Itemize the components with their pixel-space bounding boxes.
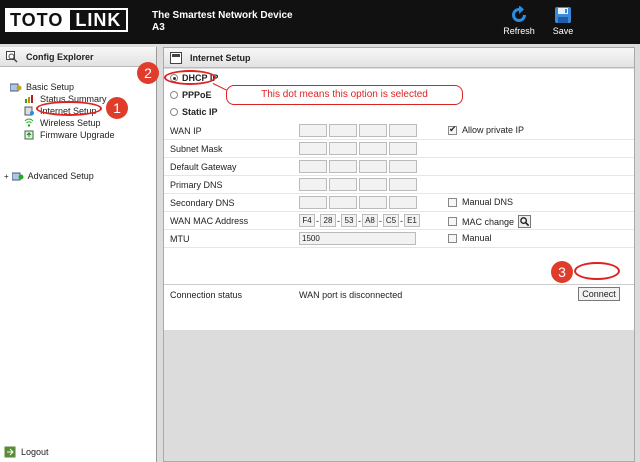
wan-mac-label: WAN MAC Address: [170, 216, 249, 226]
wireless-icon: [24, 118, 34, 127]
checkbox-unchecked: [448, 233, 457, 243]
top-header: TOTO LINK The Smartest Network Device A3…: [0, 0, 640, 44]
tree-basic-setup[interactable]: Basic Setup: [10, 81, 115, 93]
default-gateway-input[interactable]: [299, 160, 419, 173]
advanced-setup-label: Advanced Setup: [27, 171, 94, 181]
mac-change-label: MAC change: [462, 216, 515, 227]
row-subnet-mask: Subnet Mask: [164, 140, 634, 158]
checkbox-unchecked: [448, 217, 457, 226]
row-default-gateway: Default Gateway: [164, 158, 634, 176]
row-wan-ip: WAN IP Allow private IP: [164, 122, 634, 140]
mac-change-checkbox[interactable]: MAC change: [448, 215, 532, 228]
firmware-upgrade-label: Firmware Upgrade: [40, 130, 115, 140]
primary-dns-input[interactable]: [299, 178, 419, 191]
annotation-ring-dhcp: [164, 70, 216, 85]
logo-toto-text: TOTO: [5, 8, 69, 32]
refresh-button[interactable]: Refresh: [499, 6, 539, 36]
secondary-dns-input[interactable]: [299, 196, 419, 209]
internet-setup-panel: Internet Setup DHCP IP PPPoE Static IP W…: [163, 47, 635, 462]
mac-octet[interactable]: A8: [362, 214, 378, 227]
manual-mtu-checkbox[interactable]: Manual: [448, 233, 492, 243]
panel-window-icon: [170, 52, 182, 64]
allow-private-ip-label: Allow private IP: [462, 125, 525, 135]
logo-link-text: LINK: [68, 8, 129, 32]
wireless-setup-label: Wireless Setup: [40, 118, 101, 128]
subnet-mask-label: Subnet Mask: [170, 144, 223, 154]
primary-dns-label: Primary DNS: [170, 180, 223, 190]
pppoe-label: PPPoE: [182, 90, 212, 100]
firmware-icon: [24, 130, 34, 140]
mac-octet[interactable]: F4: [299, 214, 315, 227]
wan-ip-label: WAN IP: [170, 126, 202, 136]
annotation-badge-3: 3: [551, 261, 573, 283]
default-gateway-label: Default Gateway: [170, 162, 237, 172]
checkbox-checked: [448, 124, 457, 135]
mtu-label: MTU: [170, 234, 190, 244]
connection-status-row: Connection status WAN port is disconnect…: [164, 284, 634, 304]
manual-dns-checkbox[interactable]: Manual DNS: [448, 197, 513, 207]
basic-setup-label: Basic Setup: [26, 82, 75, 92]
tree-wireless-setup[interactable]: Wireless Setup: [24, 117, 115, 129]
internet-setup-title-label: Internet Setup: [190, 53, 251, 63]
connection-status-label: Connection status: [170, 290, 243, 300]
mac-octet[interactable]: C5: [383, 214, 399, 227]
annotation-ring-internet-setup: [36, 101, 102, 116]
annotation-callout: This dot means this option is selected: [226, 85, 463, 105]
allow-private-ip-checkbox[interactable]: Allow private IP: [448, 124, 525, 135]
annotation-badge-1: 1: [106, 97, 128, 119]
tree-firmware-upgrade[interactable]: Firmware Upgrade: [24, 129, 115, 141]
folder-gear-icon: [10, 83, 22, 92]
manual-mtu-label: Manual: [462, 233, 492, 243]
logout-icon: [4, 446, 16, 458]
refresh-label: Refresh: [503, 26, 535, 36]
mac-octet[interactable]: E1: [404, 214, 420, 227]
save-icon: [555, 7, 571, 23]
advanced-folder-icon: [11, 172, 24, 181]
internet-setup-title: Internet Setup: [164, 48, 634, 68]
tagline-text: The Smartest Network Device: [152, 10, 293, 21]
totolink-logo: TOTO LINK: [5, 8, 129, 32]
config-explorer-label: Config Explorer: [26, 52, 94, 62]
radio-static-ip[interactable]: Static IP: [170, 107, 218, 117]
header-tagline: The Smartest Network Device A3: [152, 10, 293, 34]
radio-dot: [170, 91, 178, 99]
row-mtu: MTU 1500 Manual: [164, 230, 634, 248]
expand-plus-icon: +: [4, 171, 9, 181]
mtu-input[interactable]: 1500: [299, 232, 416, 245]
save-label: Save: [552, 26, 574, 36]
connection-status-value: WAN port is disconnected: [299, 290, 403, 300]
row-secondary-dns: Secondary DNS Manual DNS: [164, 194, 634, 212]
refresh-icon: [512, 6, 526, 22]
internet-setup-icon: [24, 106, 34, 116]
row-primary-dns: Primary DNS: [164, 176, 634, 194]
logout-label: Logout: [21, 447, 49, 457]
row-wan-mac: WAN MAC Address F4 - 28 - 53 - A8 - C5 -…: [164, 212, 634, 230]
subnet-mask-input[interactable]: [299, 142, 419, 155]
annotation-badge-2: 2: [137, 62, 159, 84]
wan-mac-input[interactable]: F4 - 28 - 53 - A8 - C5 - E1: [299, 214, 420, 227]
radio-dot: [170, 108, 178, 116]
radio-pppoe[interactable]: PPPoE: [170, 90, 212, 100]
secondary-dns-label: Secondary DNS: [170, 198, 235, 208]
mac-octet[interactable]: 28: [320, 214, 336, 227]
model-text: A3: [152, 22, 165, 33]
static-ip-label: Static IP: [182, 107, 218, 117]
tree-advanced-setup[interactable]: + Advanced Setup: [4, 171, 94, 181]
wan-ip-input[interactable]: [299, 124, 419, 137]
logout-link[interactable]: Logout: [4, 446, 49, 458]
config-explorer-title: Config Explorer: [0, 47, 156, 67]
annotation-ring-connect: [574, 262, 620, 280]
manual-dns-label: Manual DNS: [462, 197, 514, 207]
save-button[interactable]: Save: [543, 6, 583, 36]
connect-button[interactable]: Connect: [578, 287, 620, 301]
mac-octet[interactable]: 53: [341, 214, 357, 227]
checkbox-unchecked: [448, 197, 457, 207]
mac-search-button[interactable]: [518, 215, 532, 228]
internet-setup-form: DHCP IP PPPoE Static IP WAN IP Allow pri…: [164, 69, 634, 330]
status-chart-icon: [25, 95, 33, 103]
explorer-search-icon: [6, 51, 18, 63]
magnifier-icon: [520, 217, 530, 227]
